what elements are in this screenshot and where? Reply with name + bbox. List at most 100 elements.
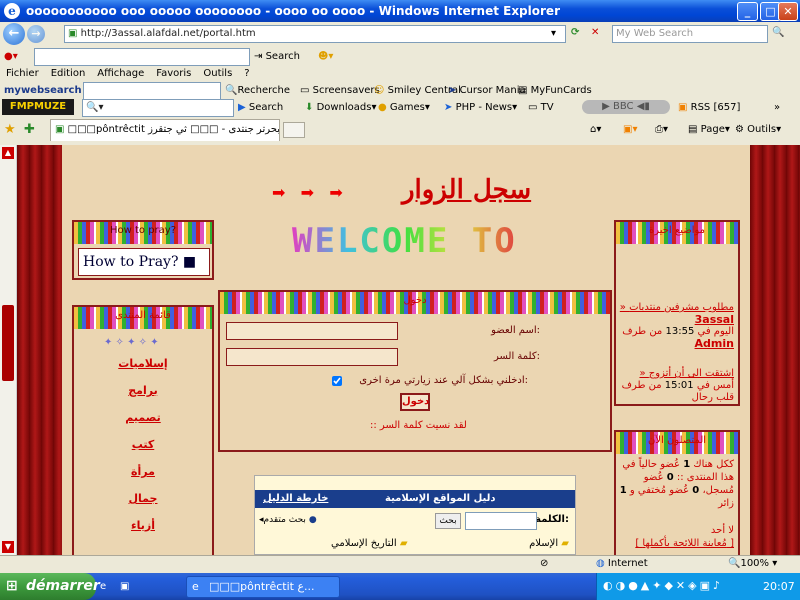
left-menu-item[interactable]: إسلاميات (74, 357, 212, 370)
gear-icon: ⚙ (735, 124, 748, 135)
left-menu-item[interactable]: جمال (74, 492, 212, 505)
recent-item-1-user[interactable]: 3assal (616, 314, 734, 326)
tab-current[interactable]: ▣ □□□pôntrêctit مدي بحرتر جنتدى - □□□ ثي… (50, 119, 280, 141)
tab-label: □□□pôntrêctit مدي بحرتر جنتدى - □□□ ثي ج… (67, 124, 280, 135)
recent-item-1-author[interactable]: Admin (616, 338, 734, 350)
add-favorite-icon[interactable]: ✚ (24, 122, 35, 138)
directory-search-input[interactable] (465, 512, 537, 530)
radio-player[interactable]: ▶ BBC ◀▮ (582, 100, 670, 114)
recent-title: مواضيع اخيرة (648, 225, 706, 236)
toolbar-search-input[interactable] (34, 48, 250, 66)
php-news-menu[interactable]: ➤ PHP - News▾ (444, 100, 517, 116)
screensavers-link[interactable]: ▭ Screensavers (300, 83, 380, 99)
toolbar-logo-icon[interactable]: ●▾ (4, 49, 18, 65)
recent-header: مواضيع اخيرة (616, 222, 738, 244)
mywebsearch-logo: mywebsearch (4, 85, 82, 96)
how-to-pray-button[interactable]: How to Pray? ■ (78, 248, 210, 276)
header-arrows: ➡ ➡ ➡ (272, 183, 343, 202)
toolbar-search-button[interactable]: ⇥ Search (254, 49, 300, 65)
directory-cat-1[interactable]: الإسلام ▰ (529, 538, 569, 549)
outils-menu[interactable]: ⚙ Outils▾ (735, 122, 781, 138)
smiley-icon[interactable]: ☻▾ (318, 49, 333, 65)
left-menu-header: قائمة المنتدى (74, 307, 212, 329)
address-input[interactable]: ▣ http://3assal.alafdal.net/portal.htm (64, 25, 566, 43)
left-menu-list: إسلاميات برامج تصميم كتب مرأة جمال أزياء (74, 357, 212, 532)
online-list-link[interactable]: [ مُعاينة اللائحة بأكملها ] (616, 537, 734, 550)
quicklaunch-ie-icon[interactable]: e (100, 579, 106, 595)
back-button[interactable]: ← (3, 23, 25, 45)
tray-icons[interactable]: ◐◑●▲✦◆✕◈▣♪ (603, 579, 723, 592)
recent-item-2-by: من طرف (621, 380, 662, 391)
directory-cat-2[interactable]: التاريخ الإسلامي ▰ (331, 538, 408, 549)
fmp-search-icon: 🔍▾ (86, 102, 104, 113)
login-title: دخول (403, 295, 427, 306)
directory-advanced-link[interactable]: ◂بحث متقدم ● (259, 515, 317, 525)
advanced-label: بحث متقدم (263, 515, 306, 525)
left-menu-title: قائمة المنتدى (115, 310, 171, 321)
mywebsearch-input[interactable] (83, 82, 221, 100)
login-submit-button[interactable]: دخول (400, 393, 430, 411)
menu-bar: Fichier Edition Affichage Favoris Outils? (6, 66, 250, 82)
refresh-icon[interactable]: ⟳ (571, 25, 579, 41)
start-button[interactable]: ⊞ démarrer (0, 573, 100, 600)
vertical-scrollbar[interactable]: ▲ ▼ (0, 145, 17, 555)
menu-1[interactable]: Edition (51, 66, 86, 82)
password-input[interactable] (226, 348, 398, 366)
search-box[interactable]: My Web Search (612, 25, 768, 43)
scroll-up-icon[interactable]: ▲ (2, 147, 14, 159)
rss-button[interactable]: ▣ RSS [657] (678, 100, 740, 116)
fmp-search-button[interactable]: ▶ Search (238, 100, 283, 116)
menu-2[interactable]: Affichage (97, 66, 144, 82)
search-go-icon[interactable]: 🔍 (772, 25, 784, 41)
forgot-password-link[interactable]: :: لقد نسيت كلمة السر (370, 420, 467, 431)
menu-0[interactable]: Fichier (6, 66, 39, 82)
taskbar-ie-window[interactable]: e □□□pôntrêctit ع... (186, 576, 340, 598)
forward-button[interactable]: → (27, 25, 45, 43)
cursor-mania-link[interactable]: ➤ Cursor Mania (448, 83, 526, 99)
scroll-thumb[interactable] (2, 305, 14, 381)
status-blocked-icon: ⊘ (540, 558, 549, 569)
page-menu[interactable]: ▤ Page▾ (688, 122, 730, 138)
menu-4[interactable]: Outils (203, 66, 232, 82)
recent-item-2-author[interactable]: قلب رحال (616, 392, 734, 404)
menu-3[interactable]: Favoris (156, 66, 191, 82)
close-button[interactable]: ✕ (778, 2, 798, 21)
quicklaunch-desktop-icon[interactable]: ▣ (120, 579, 129, 595)
left-menu-item[interactable]: كتب (74, 438, 212, 451)
new-tab-button[interactable] (283, 122, 305, 138)
directory-map-link[interactable]: خارطة الدليل (263, 490, 328, 508)
myfuncards-link[interactable]: ▤ MyFunCards (518, 83, 592, 99)
home-icon[interactable]: ⌂▾ (590, 122, 601, 138)
menu-5[interactable]: ? (244, 66, 249, 82)
rss-icon: ▣ (678, 102, 691, 113)
stop-icon[interactable]: ✕ (591, 25, 599, 41)
print-icon[interactable]: ⎙▾ (655, 122, 668, 138)
address-dropdown-icon[interactable]: ▾ (551, 26, 556, 42)
tv-button[interactable]: ▭ TV (528, 100, 554, 116)
fmp-search-input[interactable]: 🔍▾ (82, 99, 234, 117)
online-box: المتصلون الآن ككل هناك 1 عُضو حالياً في … (614, 430, 740, 555)
directory-search-button[interactable]: بحث (435, 513, 461, 529)
zoom-control[interactable]: 🔍100% ▾ (728, 558, 777, 569)
favorites-star-icon[interactable]: ★ (4, 122, 16, 138)
username-input[interactable] (226, 322, 398, 340)
recherche-button[interactable]: 🔍Recherche (225, 83, 290, 99)
status-bar: ⊘ ◍ Internet 🔍100% ▾ (0, 555, 800, 573)
left-menu-item[interactable]: برامج (74, 384, 212, 397)
toolbar-chevron-icon[interactable]: » (774, 100, 780, 116)
zoom-icon: 🔍 (728, 558, 741, 569)
remember-checkbox[interactable] (332, 376, 342, 386)
feeds-icon[interactable]: ▣▾ (623, 122, 637, 138)
how-to-pray-title: How to pray? (109, 225, 177, 236)
downloads-menu[interactable]: ⬇ Downloads▾ (305, 100, 377, 116)
scroll-down-icon[interactable]: ▼ (2, 541, 14, 553)
left-menu-item[interactable]: مرأة (74, 465, 212, 478)
minimize-button[interactable]: _ (737, 2, 758, 21)
username-label: اسم العضو: (491, 325, 540, 336)
games-menu[interactable]: ● Games▾ (378, 100, 430, 116)
left-menu-item[interactable]: تصميم (74, 411, 212, 424)
how-to-pray-button-label: How to Pray? (83, 254, 179, 270)
recent-item-2-link[interactable]: » اشتقت الى أن أتزوج (616, 368, 734, 380)
online-text: ككل هناك 1 عُضو حالياً في هذا المنتدى ::… (616, 458, 734, 550)
left-menu-item[interactable]: أزياء (74, 519, 212, 532)
